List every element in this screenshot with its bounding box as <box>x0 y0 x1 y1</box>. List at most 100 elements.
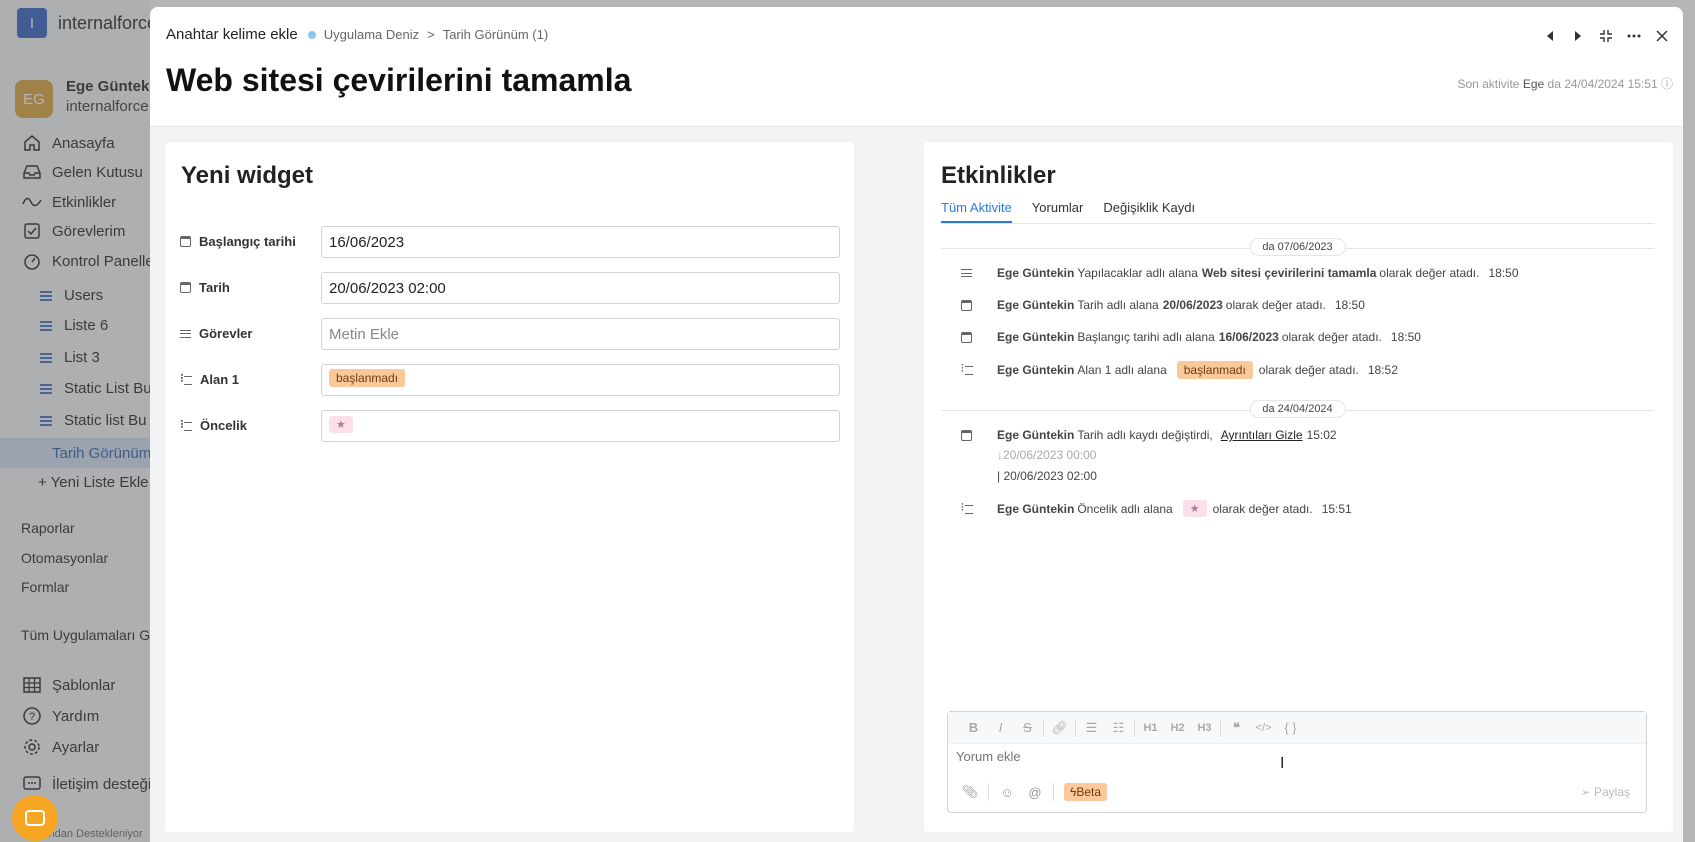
italic-icon[interactable]: I <box>987 718 1014 738</box>
bullet-list-icon[interactable]: ☷ <box>1105 718 1132 738</box>
activity-user[interactable]: Ege Güntekin <box>997 330 1074 344</box>
editor-actions: 📎︎ ☺ @ ϟBeta <box>958 782 1108 802</box>
widget-title[interactable]: Yeni widget <box>181 162 313 190</box>
activity-user[interactable]: Ege Güntekin <box>997 363 1074 377</box>
hide-details-link[interactable]: Ayrıntıları Gizle <box>1221 428 1303 442</box>
activities-title: Etkinlikler <box>941 162 1056 189</box>
toolbar-divider <box>1134 718 1135 737</box>
activity-value: Web sitesi çevirilerini tamamla <box>1201 266 1377 280</box>
activity-time: 15:51 <box>1321 501 1352 516</box>
activity-text: olarak değer atadı. <box>1212 501 1313 516</box>
chat-launcher-button[interactable] <box>12 795 58 841</box>
ai-beta-button[interactable]: ϟBeta <box>1064 783 1108 801</box>
quote-icon[interactable]: ❝ <box>1223 718 1250 738</box>
ordered-list-icon[interactable]: ☰ <box>1078 718 1105 738</box>
calendar-icon <box>180 236 191 247</box>
caret-left-icon <box>1547 31 1553 41</box>
toolbar-divider <box>1220 718 1221 737</box>
field-label-text: Alan 1 <box>200 372 240 387</box>
link-icon[interactable]: 🔗︎ <box>1046 718 1073 738</box>
tab-comments[interactable]: Yorumlar <box>1032 200 1084 223</box>
comment-input[interactable] <box>956 749 1636 764</box>
tab-change-log[interactable]: Değişiklik Kaydı <box>1103 200 1195 223</box>
date-pill: da 24/04/2024 <box>1249 400 1346 418</box>
new-value: | 20/06/2023 02:00 <box>997 469 1097 483</box>
activity-item: Ege Güntekin Öncelik adlı alana ★ olarak… <box>959 500 1352 517</box>
activity-text: Tarih adlı kaydı değiştirdi, <box>1077 428 1213 442</box>
toolbar-divider <box>988 783 989 801</box>
start-date-input[interactable]: 16/06/2023 <box>321 226 840 258</box>
code-icon[interactable]: </> <box>1250 718 1277 738</box>
activity-icon <box>959 331 974 343</box>
text-lines-icon <box>961 269 972 277</box>
field-label-text: Görevler <box>199 326 253 341</box>
collapse-icon <box>1600 30 1612 42</box>
breadcrumb-view[interactable]: Tarih Görünüm (1) <box>443 27 548 42</box>
text-lines-icon <box>180 329 191 338</box>
activity-user[interactable]: Ege Güntekin <box>997 502 1074 516</box>
calendar-icon <box>180 282 191 293</box>
activity-item: Ege Güntekin Tarih adlı alana 20/06/2023… <box>959 298 1365 312</box>
tasks-text-input[interactable]: Metin Ekle <box>321 318 840 350</box>
activity-text: olarak değer atadı. <box>1258 363 1359 377</box>
field-date: Tarih 20/06/2023 02:00 <box>180 272 840 304</box>
emoji-icon[interactable]: ☺ <box>995 782 1019 802</box>
calendar-icon <box>961 299 972 311</box>
priority-select[interactable]: ★ <box>321 410 840 442</box>
add-keyword-button[interactable]: Anahtar kelime ekle <box>166 26 298 43</box>
bold-icon[interactable]: B <box>960 718 987 738</box>
date-input[interactable]: 20/06/2023 02:00 <box>321 272 840 304</box>
breadcrumb: Anahtar kelime ekle Uygulama Deniz > Tar… <box>166 26 548 43</box>
activity-text: olarak değer atadı. <box>1281 330 1382 344</box>
activity-user[interactable]: Ege Güntekin <box>997 428 1074 442</box>
header-actions <box>1541 27 1671 45</box>
activity-time: 18:50 <box>1488 266 1519 280</box>
close-button[interactable] <box>1653 27 1671 45</box>
strikethrough-icon[interactable]: S <box>1014 718 1041 738</box>
next-record-button[interactable] <box>1569 27 1587 45</box>
info-icon[interactable]: ⓘ <box>1661 77 1673 91</box>
code-block-icon[interactable]: { } <box>1277 718 1304 738</box>
field-priority: Öncelik ★ <box>180 410 840 442</box>
app-color-dot <box>307 30 316 39</box>
activity-text: Yapılacaklar adlı alana <box>1077 266 1198 280</box>
mention-icon[interactable]: @ <box>1023 782 1047 802</box>
tab-all-activity[interactable]: Tüm Aktivite <box>941 200 1012 223</box>
activity-text: Başlangıç tarihi adlı alana <box>1077 330 1215 344</box>
list-bullets-icon <box>961 361 973 375</box>
activity-value: 16/06/2023 <box>1218 330 1279 344</box>
activity-icon <box>959 299 974 311</box>
field-label-text: Öncelik <box>200 418 247 433</box>
h1-icon[interactable]: H1 <box>1137 718 1164 738</box>
activity-text: Tarih adlı alana <box>1077 298 1159 312</box>
activity-user[interactable]: Ege Güntekin <box>997 298 1074 312</box>
activity-item: Ege Güntekin Yapılacaklar adlı alana Web… <box>959 266 1519 280</box>
breadcrumb-separator: > <box>427 27 435 42</box>
activities-panel: Etkinlikler Tüm Aktivite Yorumlar Değişi… <box>924 142 1673 832</box>
activity-item: Ege Güntekin Tarih adlı kaydı değiştirdi… <box>959 428 1337 442</box>
chat-icon <box>25 810 45 826</box>
area-1-select[interactable]: başlanmadı <box>321 364 840 396</box>
h2-icon[interactable]: H2 <box>1164 718 1191 738</box>
activity-icon <box>959 269 974 277</box>
previous-record-button[interactable] <box>1541 27 1559 45</box>
field-label: Alan 1 <box>180 371 240 388</box>
h3-icon[interactable]: H3 <box>1191 718 1218 738</box>
last-activity-user: Ege <box>1522 77 1545 91</box>
collapse-button[interactable] <box>1597 27 1615 45</box>
field-label: Başlangıç tarihi <box>180 234 296 249</box>
more-options-button[interactable] <box>1625 27 1643 45</box>
share-button[interactable]: ➢ Paylaş <box>1581 785 1630 799</box>
attachment-icon[interactable]: 📎︎ <box>958 782 982 802</box>
field-label-text: Tarih <box>199 280 230 295</box>
activity-time: 18:50 <box>1334 298 1365 312</box>
last-activity-prefix: Son aktivite <box>1457 77 1520 91</box>
caret-right-icon <box>1575 31 1581 41</box>
comment-editor: B I S 🔗︎ ☰ ☷ H1 H2 H3 ❝ </> { } 📎︎ <box>947 711 1647 813</box>
page-title[interactable]: Web sitesi çevirilerini tamamla <box>166 62 631 99</box>
activity-user[interactable]: Ege Güntekin <box>997 266 1074 280</box>
field-start-date: Başlangıç tarihi 16/06/2023 <box>180 226 840 258</box>
toolbar-divider <box>1053 783 1054 801</box>
breadcrumb-app[interactable]: Uygulama Deniz <box>324 27 419 42</box>
activity-text: Alan 1 adlı alana <box>1077 363 1167 377</box>
